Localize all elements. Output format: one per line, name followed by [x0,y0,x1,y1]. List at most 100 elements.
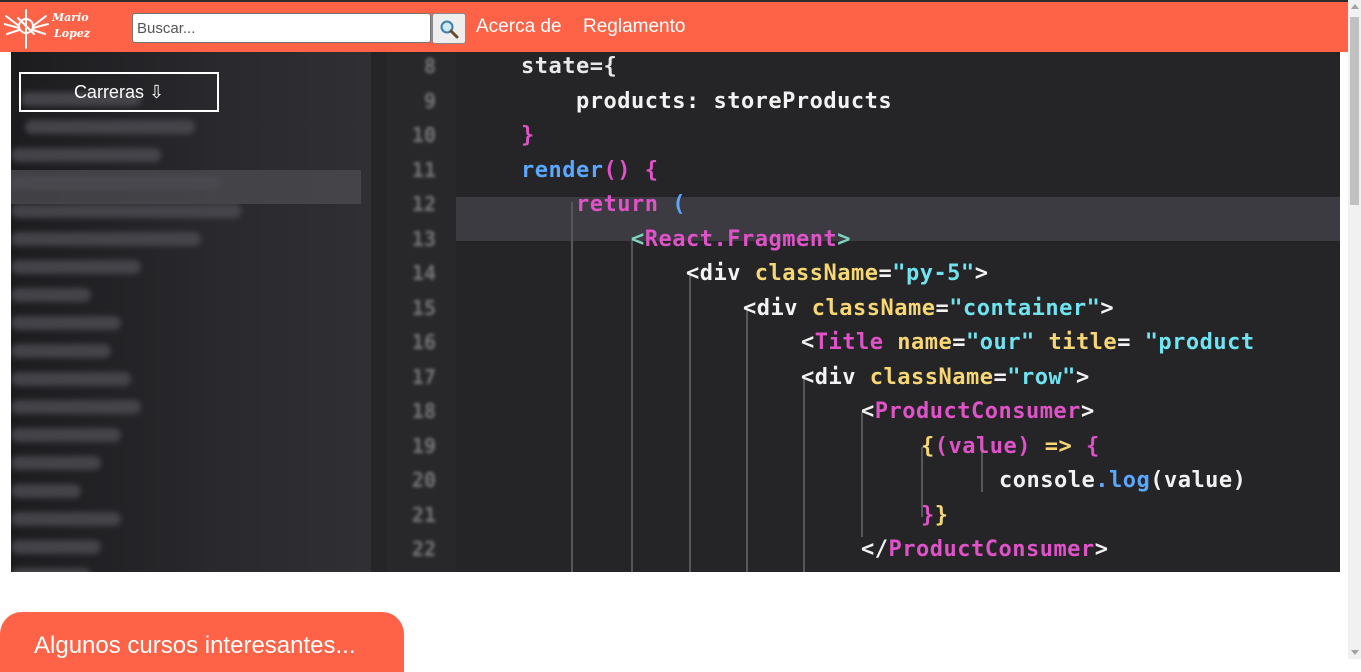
code-token: > [837,226,851,252]
code-token: <div [686,261,755,286]
code-line-number: 10 [411,123,436,147]
code-indent-guide [803,377,805,572]
logo-line-2: Lopez [54,27,91,40]
code-token: <div [743,295,812,321]
code-line-number: 17 [411,364,436,389]
code-token: "product [1144,330,1255,355]
winged-emblem-icon [4,9,49,49]
code-line: state={ [521,54,617,79]
page-scrollbar[interactable] [1348,0,1361,659]
code-line: } [521,123,535,148]
code-token: => [1030,433,1086,459]
hero-blurred-text [11,400,141,414]
code-line-number: 19 [411,433,436,458]
code-token: > [974,261,989,286]
hero-blurred-text [11,512,121,526]
code-token: .log [1095,468,1151,493]
code-line-number: 11 [411,157,436,182]
code-token: "our" [965,330,1035,355]
hero-blurred-text [11,148,161,162]
hero-blurred-text [11,204,241,218]
code-token: = [952,330,966,355]
code-token: > [1100,295,1115,321]
code-token: () { [603,157,659,183]
logo-text: Mario Lopez [52,10,90,42]
code-line: console.log(value) [999,468,1246,493]
careers-dropdown-button[interactable]: Carreras ⇩ [19,72,219,112]
code-line-number: 18 [411,399,436,423]
search-icon [440,20,459,38]
code-token: > [1094,537,1109,562]
code-token: ProductConsumer [874,399,1081,424]
code-indent-guide [689,272,691,572]
code-token: "py-5" [892,261,975,286]
code-line-number: 14 [411,261,436,285]
code-token: name [883,330,953,355]
code-line-number: 21 [411,502,436,527]
hero-blurred-text [11,484,81,498]
search-input[interactable] [132,13,431,43]
code-line-number: 15 [411,295,436,320]
code-token: </div> [861,572,943,573]
code-token: className [869,364,994,390]
code-line: products: storeProducts [576,89,892,114]
scrollbar-thumb[interactable] [1350,17,1359,205]
hero-blurred-text [11,428,121,442]
code-token: } [521,123,535,148]
code-token: return [576,192,659,217]
code-token: < [631,226,645,252]
code-indent-guide [571,202,573,572]
code-line-number: 22 [411,537,436,561]
code-token: ProductConsumer [888,537,1095,562]
nav-link-rules[interactable]: Reglamento [583,16,685,38]
nav-link-about[interactable]: Acerca de [476,16,562,38]
site-logo[interactable]: Mario Lopez [4,4,114,52]
code-token: <div [801,364,870,390]
code-line: render() { [521,158,658,183]
hero-blurred-text [11,540,101,554]
code-line: <React.Fragment> [631,227,851,252]
code-line: </div> [861,572,943,573]
code-token: < [861,399,875,424]
code-line-number: 20 [411,468,436,492]
code-line: <div className="row"> [801,365,1090,390]
code-token: ( [658,192,686,217]
code-line-number: 13 [411,226,436,251]
code-token: className [811,295,936,321]
hero-blurred-text [11,372,131,386]
code-indent-guide [631,237,633,572]
code-token: = [878,261,893,286]
code-token: "row" [1007,364,1076,390]
code-token: "container" [949,295,1101,321]
code-token: > [1075,364,1090,390]
code-token: { [1085,433,1100,459]
hero-blurred-text [25,120,195,134]
code-indent-guide [861,412,863,537]
hero-blurred-text [11,344,111,358]
code-token: state={ [521,54,618,79]
code-line: <Title name="our" title= "product [801,330,1255,355]
code-token: } [921,502,935,528]
code-token: (value) [1150,468,1247,493]
code-token: render [521,157,604,183]
hero-blurred-text [11,260,141,274]
hero-blurred-text [11,232,201,246]
code-line-number: 23 [396,572,436,573]
code-line: }} [921,503,949,528]
code-token: < [801,330,815,355]
code-token: title [1034,330,1118,355]
scroll-down-arrow-icon[interactable] [1351,650,1359,655]
code-line: {(value) => { [921,434,1100,459]
code-line-number: 16 [411,330,436,354]
scroll-up-arrow-icon[interactable] [1351,4,1359,9]
code-token: { [921,433,935,459]
code-token: = [1117,330,1145,355]
code-token: Title [814,330,884,355]
top-navbar: Mario Lopez Acerca de Reglamento [0,0,1348,52]
code-line: <ProductConsumer> [861,399,1095,424]
code-line: </ProductConsumer> [861,537,1108,562]
code-line: return ( [576,192,686,217]
code-token: console [999,468,1096,493]
search-button[interactable] [432,13,466,44]
hero-blurred-text [11,456,101,470]
